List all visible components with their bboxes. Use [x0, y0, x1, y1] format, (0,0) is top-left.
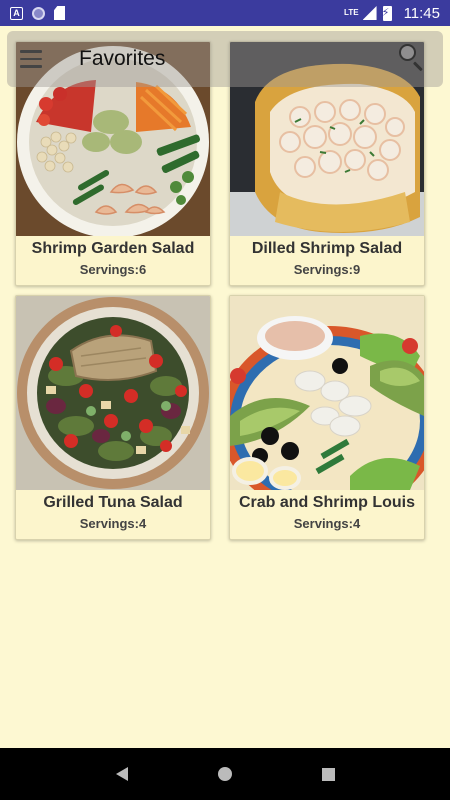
recipe-image [230, 296, 424, 490]
recipe-title: Crab and Shrimp Louis [238, 494, 415, 511]
hamburger-menu-icon[interactable] [7, 31, 55, 87]
status-bar: A LTE 11:45 [0, 0, 450, 26]
recipe-card[interactable]: Grilled Tuna Salad Servings:4 [15, 295, 211, 540]
signal-icon [362, 6, 377, 20]
battery-charging-icon [382, 5, 392, 21]
page-title: Favorites [79, 47, 166, 70]
home-icon[interactable] [217, 767, 232, 781]
recipe-servings: Servings:4 [293, 516, 361, 531]
recipe-servings: Servings:6 [79, 262, 147, 277]
sd-card-icon [54, 6, 65, 20]
system-nav-bar [0, 748, 450, 800]
recipe-servings: Servings:9 [293, 262, 361, 277]
recipe-title: Dilled Shrimp Salad [251, 240, 403, 257]
notification-a-icon: A [10, 6, 23, 20]
recent-apps-icon[interactable] [321, 767, 335, 781]
recipe-title: Grilled Tuna Salad [43, 494, 183, 511]
status-time: 11:45 [403, 4, 440, 22]
back-icon[interactable] [115, 767, 128, 781]
app-toolbar: Favorites [7, 31, 443, 87]
sync-circle-icon [32, 6, 45, 20]
recipe-title: Shrimp Garden Salad [31, 240, 195, 257]
recipe-card[interactable]: Crab and Shrimp Louis Servings:4 [229, 295, 425, 540]
recipe-image [16, 296, 210, 490]
search-icon[interactable] [393, 39, 433, 79]
recipe-servings: Servings:4 [79, 516, 147, 531]
network-type: LTE [344, 7, 359, 17]
